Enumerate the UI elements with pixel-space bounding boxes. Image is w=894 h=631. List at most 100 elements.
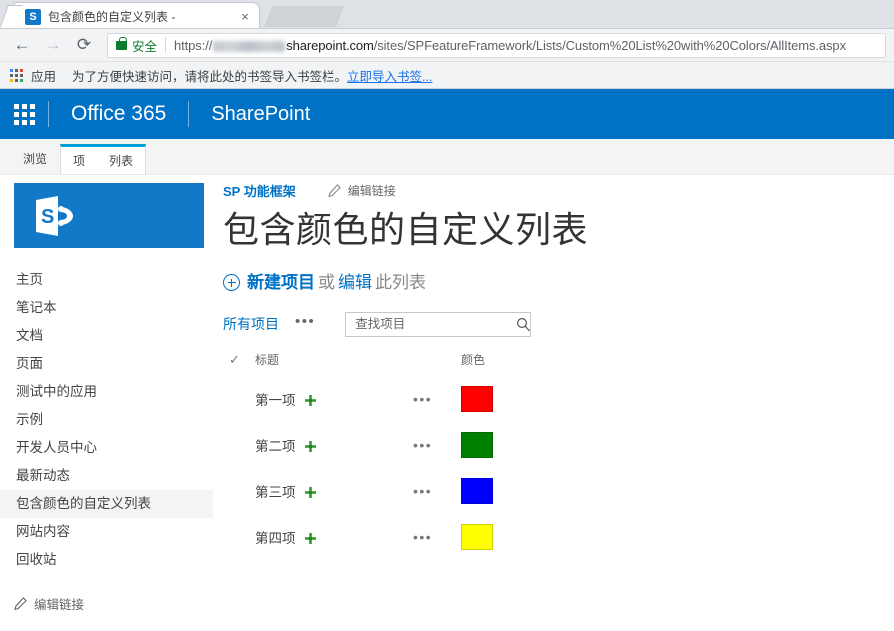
- bookmarks-hint: 为了方便快速访问，请将此处的书签导入书签栏。: [72, 69, 348, 84]
- search-box[interactable]: [345, 311, 532, 337]
- forward-icon[interactable]: →: [39, 31, 67, 59]
- row-color-cell: [461, 422, 523, 468]
- reload-icon[interactable]: ⟳: [70, 31, 98, 59]
- pencil-icon: [327, 183, 341, 197]
- list-items-table: ✓ 标题 颜色 第一项 ••• 第二项 ••• 第三项 ••• 第四项 •••: [223, 351, 523, 560]
- row-checkbox[interactable]: [223, 468, 255, 514]
- color-swatch: [461, 478, 493, 504]
- browser-tab[interactable]: 包含颜色的自定义列表 - ×: [14, 2, 260, 28]
- column-header-select-all[interactable]: ✓: [223, 351, 255, 376]
- sidebar-item-recycle-bin[interactable]: 回收站: [0, 546, 213, 574]
- page-edit-links[interactable]: 编辑链接: [327, 182, 396, 199]
- page-title: 包含颜色的自定义列表: [223, 209, 589, 250]
- row-title-cell[interactable]: 第二项: [255, 422, 413, 468]
- sidebar-item-samples[interactable]: 示例: [0, 406, 213, 434]
- bookmarks-apps-label[interactable]: 应用: [31, 66, 56, 85]
- ellipsis-icon: •••: [413, 437, 433, 453]
- row-title-cell[interactable]: 第一项: [255, 376, 413, 422]
- sidebar-item-home[interactable]: 主页: [0, 266, 213, 294]
- table-header-row: ✓ 标题 颜色: [223, 351, 523, 376]
- view-selector-all-items[interactable]: 所有项目: [223, 314, 279, 334]
- close-icon[interactable]: ×: [237, 9, 253, 25]
- address-bar[interactable]: 安全 https:// sharepoint.com/sites/SPFeatur…: [107, 32, 886, 58]
- row-title-cell[interactable]: 第三项: [255, 468, 413, 514]
- search-icon[interactable]: [516, 317, 531, 332]
- row-checkbox[interactable]: [223, 376, 255, 422]
- row-menu-button[interactable]: •••: [413, 468, 461, 514]
- table-row[interactable]: 第一项 •••: [223, 376, 523, 422]
- column-header-title[interactable]: 标题: [255, 351, 413, 376]
- sidebar-item-custom-list-with-colors[interactable]: 包含颜色的自定义列表: [0, 490, 213, 518]
- color-swatch: [461, 386, 493, 412]
- url-host: sharepoint.com: [286, 37, 374, 53]
- sidebar-edit-links[interactable]: 编辑链接: [0, 594, 213, 613]
- table-row[interactable]: 第三项 •••: [223, 468, 523, 514]
- row-color-cell: [461, 514, 523, 560]
- edit-list-link[interactable]: 编辑: [338, 274, 372, 291]
- ellipsis-icon: •••: [413, 391, 433, 407]
- ribbon-tab-bar: 浏览 项 列表: [0, 139, 894, 175]
- color-swatch: [461, 524, 493, 550]
- url-scheme: https://: [174, 37, 213, 53]
- search-input[interactable]: [355, 317, 517, 331]
- row-checkbox[interactable]: [223, 422, 255, 468]
- url-text: https:// sharepoint.com/sites/SPFeatureFr…: [174, 38, 846, 53]
- sidebar-item-apps-in-testing[interactable]: 测试中的应用: [0, 378, 213, 406]
- row-title-link[interactable]: 第四项: [255, 531, 296, 546]
- ellipsis-icon: •••: [413, 483, 433, 499]
- site-header-row: SP 功能框架 编辑链接: [223, 179, 894, 201]
- row-title-link[interactable]: 第二项: [255, 439, 296, 454]
- office365-brand[interactable]: Office 365: [49, 102, 188, 126]
- sidebar-edit-links-label: 编辑链接: [34, 598, 85, 612]
- site-title-link[interactable]: SP 功能框架: [223, 181, 296, 200]
- back-icon[interactable]: ←: [8, 31, 36, 59]
- bookmarks-bar: 应用 为了方便快速访问，请将此处的书签导入书签栏。 立即导入书签...: [0, 62, 894, 89]
- list-toolbar: 所有项目 •••: [223, 311, 894, 337]
- browser-tab-strip: 包含颜色的自定义列表 - ×: [0, 0, 894, 29]
- sidebar-nav-list: 主页 笔记本 文档 页面 测试中的应用 示例 开发人员中心 最新动态 包含颜色的…: [0, 266, 213, 574]
- sidebar-item-notebook[interactable]: 笔记本: [0, 294, 213, 322]
- ribbon-tab-items[interactable]: 项: [61, 155, 97, 174]
- app-launcher-icon[interactable]: [0, 89, 48, 139]
- row-color-cell: [461, 376, 523, 422]
- plus-circle-icon[interactable]: [223, 274, 240, 291]
- column-header-menu: [413, 351, 461, 376]
- new-item-row: 新建项目 或 编辑 此列表: [223, 274, 894, 291]
- row-menu-button[interactable]: •••: [413, 422, 461, 468]
- page-body: S 主页 笔记本 文档 页面 测试中的应用 示例 开发人员中心 最新动态 包含颜…: [0, 175, 894, 631]
- table-row[interactable]: 第四项 •••: [223, 514, 523, 560]
- page-edit-links-label: 编辑链接: [347, 183, 396, 198]
- new-item-icon: [305, 440, 317, 452]
- new-item-icon: [305, 394, 317, 406]
- ribbon-tab-list[interactable]: 列表: [97, 155, 145, 174]
- new-item-link[interactable]: 新建项目: [247, 274, 315, 291]
- table-header: ✓ 标题 颜色: [223, 351, 523, 376]
- checkmark-icon: ✓: [229, 351, 240, 367]
- view-more-icon[interactable]: •••: [295, 314, 315, 334]
- sidebar-item-recent[interactable]: 最新动态: [0, 462, 213, 490]
- sharepoint-favicon-icon: [25, 8, 41, 25]
- row-menu-button[interactable]: •••: [413, 376, 461, 422]
- sidebar-item-documents[interactable]: 文档: [0, 322, 213, 350]
- browser-tab-title: 包含颜色的自定义列表 -: [48, 10, 176, 24]
- apps-grid-icon[interactable]: [10, 68, 23, 82]
- ribbon-contextual-group: 项 列表: [60, 144, 147, 174]
- site-logo[interactable]: S: [14, 183, 204, 248]
- table-row[interactable]: 第二项 •••: [223, 422, 523, 468]
- new-tab-button[interactable]: [264, 6, 344, 27]
- sidebar-item-developer-center[interactable]: 开发人员中心: [0, 434, 213, 462]
- ribbon-tab-browse[interactable]: 浏览: [14, 153, 56, 174]
- column-header-color[interactable]: 颜色: [461, 351, 523, 376]
- import-bookmarks-link[interactable]: 立即导入书签...: [347, 66, 432, 85]
- url-path: /sites/SPFeatureFramework/Lists/Custom%2…: [373, 37, 846, 53]
- row-title-link[interactable]: 第一项: [255, 393, 296, 408]
- row-title-link[interactable]: 第三项: [255, 485, 296, 500]
- svg-text:S: S: [41, 206, 54, 228]
- row-menu-button[interactable]: •••: [413, 514, 461, 560]
- main-content: SP 功能框架 编辑链接 包含颜色的自定义列表 新建项目 或 编辑 此列表 所有…: [213, 175, 894, 631]
- row-checkbox[interactable]: [223, 514, 255, 560]
- sidebar-item-pages[interactable]: 页面: [0, 350, 213, 378]
- sharepoint-app-label[interactable]: SharePoint: [189, 103, 310, 126]
- sidebar-item-site-contents[interactable]: 网站内容: [0, 518, 213, 546]
- row-title-cell[interactable]: 第四项: [255, 514, 413, 560]
